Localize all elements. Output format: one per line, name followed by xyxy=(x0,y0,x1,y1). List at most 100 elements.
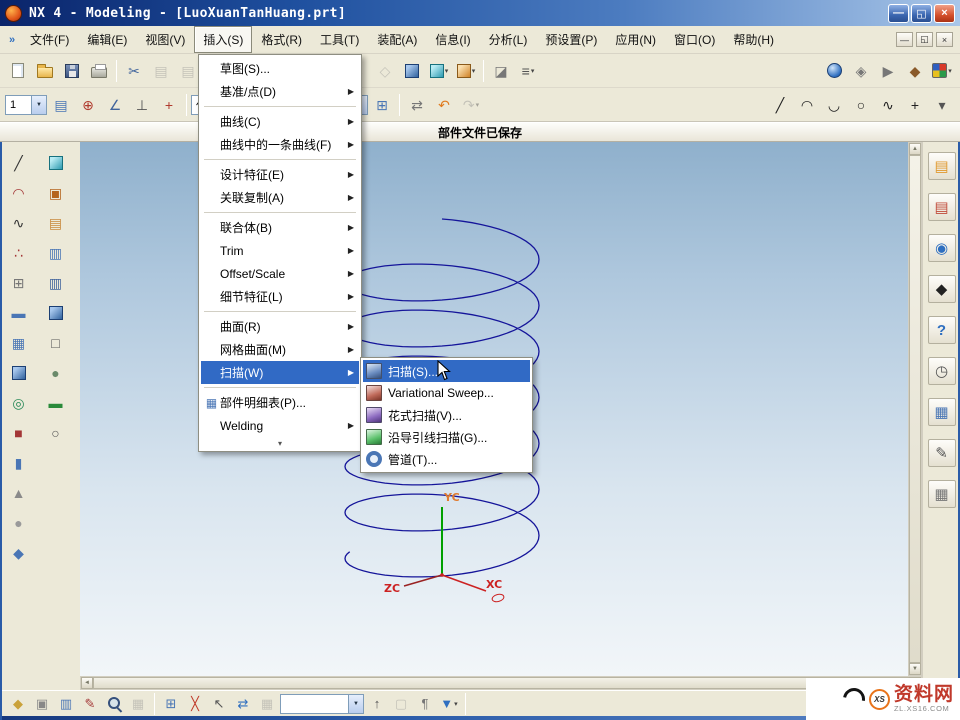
end-point-snap-icon[interactable]: ▣ xyxy=(31,693,53,715)
snap-point-icon[interactable]: ◆ xyxy=(7,693,29,715)
menu-item-surface[interactable]: 曲面(R)▶ xyxy=(201,315,359,338)
scroll-up-icon[interactable]: ▲ xyxy=(909,143,921,155)
wireframe-cube-icon[interactable]: □ xyxy=(43,330,69,356)
revolve-icon[interactable]: ◎ xyxy=(6,390,32,416)
vertical-scrollbar[interactable]: ▲ ▼ xyxy=(908,142,922,676)
sketch-tool-icon[interactable]: ▦ xyxy=(6,330,32,356)
vertical-scroll-thumb[interactable] xyxy=(909,155,921,663)
arc-tool-icon[interactable]: ◠ xyxy=(6,180,32,206)
layout-icon[interactable]: ≡▾ xyxy=(515,58,541,84)
menu-preferences[interactable]: 预设置(P) xyxy=(536,26,606,53)
part-navigator-icon[interactable]: ▦ xyxy=(928,398,956,426)
ball-tool-icon[interactable]: ● xyxy=(43,360,69,386)
menu-item-datum-point[interactable]: 基准/点(D)▶ xyxy=(201,80,359,103)
menu-application[interactable]: 应用(N) xyxy=(606,26,665,53)
bottom-dropdown[interactable]: ▼ xyxy=(280,694,364,714)
history-icon[interactable]: ◷ xyxy=(928,357,956,385)
three-point-arc-icon[interactable]: ◡ xyxy=(821,92,847,118)
menu-item-sketch[interactable]: 草图(S)... xyxy=(201,57,359,80)
horizontal-scrollbar[interactable]: ◄ ► xyxy=(80,676,922,690)
solids-icon[interactable] xyxy=(43,300,69,326)
annotate-icon[interactable]: ✎ xyxy=(79,693,101,715)
line-icon[interactable]: ╱ xyxy=(767,92,793,118)
wcs-dynamics-icon[interactable]: ⊕ xyxy=(75,92,101,118)
mid-point-snap-icon[interactable]: ▥ xyxy=(55,693,77,715)
save-icon[interactable] xyxy=(59,58,85,84)
shaded-view-icon[interactable] xyxy=(399,58,425,84)
line-tool-icon[interactable]: ╱ xyxy=(6,150,32,176)
macro-play-icon[interactable]: ▶ xyxy=(875,58,901,84)
submenu-item-variational-sweep[interactable]: Variational Sweep... xyxy=(363,382,530,404)
undo-icon[interactable]: ↶ xyxy=(431,92,457,118)
block-icon[interactable]: ■ xyxy=(6,420,32,446)
layer-visible-icon[interactable]: ▤ xyxy=(48,92,74,118)
section-icon[interactable]: ◪ xyxy=(488,58,514,84)
menu-item-sweep[interactable]: 扫描(W)▶ xyxy=(201,361,359,384)
point-icon[interactable]: + xyxy=(902,92,928,118)
minimize-button[interactable]: — xyxy=(888,4,909,23)
up-one-level-icon[interactable]: ↑ xyxy=(366,693,388,715)
cone-icon[interactable]: ▲ xyxy=(6,480,32,506)
menu-item-detail-feature[interactable]: 细节特征(L)▶ xyxy=(201,285,359,308)
menu-item-welding[interactable]: Welding▶ xyxy=(201,414,359,437)
studio-spline-icon[interactable]: ∿ xyxy=(875,92,901,118)
scroll-down-icon[interactable]: ▼ xyxy=(909,663,921,675)
arc-icon[interactable]: ◠ xyxy=(794,92,820,118)
elearning-icon[interactable]: ◆ xyxy=(928,275,956,303)
add-to-selection-icon[interactable]: ⊞ xyxy=(369,92,395,118)
system-scene-icon[interactable]: ▦ xyxy=(928,480,956,508)
snap-angle-icon[interactable]: ∠ xyxy=(102,92,128,118)
new-icon[interactable] xyxy=(5,58,31,84)
swap-view-icon[interactable]: ⇄ xyxy=(232,693,254,715)
wcs-display-icon[interactable]: ○ xyxy=(43,420,69,446)
menu-view[interactable]: 视图(V) xyxy=(136,26,194,53)
display-mode-icon[interactable]: ▾ xyxy=(426,58,452,84)
child-minimize-button[interactable]: — xyxy=(896,32,913,47)
menu-insert[interactable]: 插入(S) xyxy=(194,26,252,53)
menu-information[interactable]: 信息(I) xyxy=(426,26,479,53)
restore-button[interactable]: ◱ xyxy=(911,4,932,23)
layer-dropdown[interactable]: 1▼ xyxy=(5,95,47,115)
clip-icon[interactable]: ¶ xyxy=(414,693,436,715)
menu-item-curve-from-curve[interactable]: 曲线中的一条曲线(F)▶ xyxy=(201,133,359,156)
scroll-left-icon[interactable]: ◄ xyxy=(81,677,93,689)
submenu-item-styled-sweep[interactable]: 花式扫描(V)... xyxy=(363,404,530,426)
menu-analysis[interactable]: 分析(L) xyxy=(480,26,537,53)
combo-arrow-icon[interactable]: ▼ xyxy=(348,695,363,713)
web-browser-icon[interactable] xyxy=(821,58,847,84)
submenu-item-tube[interactable]: 管道(T)... xyxy=(363,448,530,470)
render-style-icon[interactable]: ▾ xyxy=(453,58,479,84)
help-icon[interactable]: ? xyxy=(928,316,956,344)
plane-tool-icon[interactable]: ▬ xyxy=(43,390,69,416)
open-icon[interactable] xyxy=(32,58,58,84)
expand-window-icon[interactable]: ↖ xyxy=(208,693,230,715)
menu-item-design-feature[interactable]: 设计特征(E)▶ xyxy=(201,163,359,186)
combo-arrow-icon[interactable]: ▼ xyxy=(31,96,46,114)
horizontal-scroll-thumb[interactable] xyxy=(93,677,909,689)
constraint-navigator-icon[interactable]: ▤ xyxy=(928,193,956,221)
catalog-icon[interactable]: ▥ xyxy=(43,270,69,296)
spline-tool-icon[interactable]: ∿ xyxy=(6,210,32,236)
menu-item-curve[interactable]: 曲线(C)▶ xyxy=(201,110,359,133)
triad-handle[interactable] xyxy=(491,593,504,603)
menu-item-combine[interactable]: 联合体(B)▶ xyxy=(201,216,359,239)
datum-plane-icon[interactable]: ▬ xyxy=(6,300,32,326)
assembly-navigator-icon[interactable]: ▤ xyxy=(928,152,956,180)
menu-assemblies[interactable]: 装配(A) xyxy=(368,26,426,53)
materials-icon[interactable]: ◆ xyxy=(902,58,928,84)
roles-pencil-icon[interactable]: ✎ xyxy=(928,439,956,467)
menu-item-mesh-surface[interactable]: 网格曲面(M)▶ xyxy=(201,338,359,361)
menu-edit[interactable]: 编辑(E) xyxy=(78,26,136,53)
menu-item-parts-list[interactable]: ▦部件明细表(P)... xyxy=(201,391,359,414)
snapshot-icon[interactable]: ▣ xyxy=(43,180,69,206)
layer-settings-icon[interactable]: ▤ xyxy=(43,210,69,236)
script-icon[interactable]: ◈ xyxy=(848,58,874,84)
component-remove-icon[interactable]: ╳ xyxy=(184,693,206,715)
menu-item-trim[interactable]: Trim▶ xyxy=(201,239,359,262)
child-restore-button[interactable]: ◱ xyxy=(916,32,933,47)
component-add-icon[interactable]: ⊞ xyxy=(160,693,182,715)
menu-window[interactable]: 窗口(O) xyxy=(665,26,724,53)
menu-format[interactable]: 格式(R) xyxy=(252,26,311,53)
close-button[interactable]: × xyxy=(934,4,955,23)
cut-icon[interactable]: ✂ xyxy=(121,58,147,84)
